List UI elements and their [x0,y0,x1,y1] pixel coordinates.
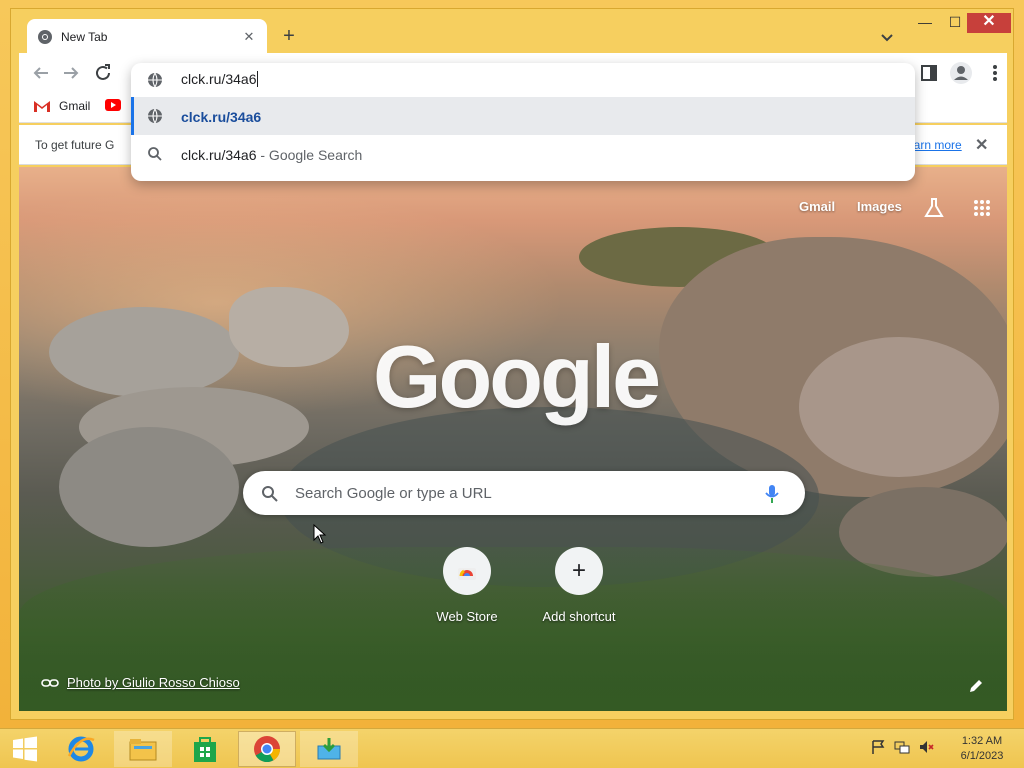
customize-pencil-icon[interactable] [967,677,985,695]
suggestion-subtitle: - Google Search [256,147,363,163]
suggestion-query: clck.ru/34a6 [181,147,257,163]
tab-title: New Tab [61,30,108,44]
chrome-favicon-icon [38,30,52,44]
window-minimize-button[interactable]: — [911,13,939,33]
taskbar-clock[interactable]: 1:32 AM 6/1/2023 [950,734,1014,764]
search-icon [148,147,162,161]
shortcut-web-store[interactable]: Web Store [419,547,515,637]
youtube-icon [105,99,121,111]
photo-credit-text: Photo by Giulio Rosso Chioso [67,675,240,690]
gmail-icon [34,101,50,112]
shortcut-web-store-label: Web Store [436,609,498,624]
bookmark-gmail-label: Gmail [59,99,91,113]
taskbar-chrome[interactable] [238,731,296,767]
new-tab-button[interactable]: + [277,25,301,49]
new-tab-page: Gmail Images Google Search Google or typ… [19,167,1007,711]
suggestion-text: clck.ru/34a6 [181,109,262,125]
reload-icon[interactable] [91,61,115,85]
webstore-icon [443,547,491,595]
microphone-icon[interactable] [763,483,781,505]
back-arrow-icon[interactable] [29,61,53,85]
search-placeholder: Search Google or type a URL [295,485,492,502]
system-tray [870,739,934,759]
bookmark-youtube[interactable] [105,99,121,111]
ntp-search-box[interactable]: Search Google or type a URL [243,471,805,515]
window-close-button[interactable]: ✕ [967,13,1011,33]
google-logo: Google [373,327,661,426]
background-scenery [229,287,349,367]
omnibox-input[interactable]: clck.ru/34a6 [181,71,259,87]
background-scenery [59,427,239,547]
taskbar-file-explorer[interactable] [114,731,172,767]
plus-icon: + [555,547,603,595]
omnibox-input-row[interactable]: clck.ru/34a6 [131,63,915,97]
ntp-images-link[interactable]: Images [857,199,902,214]
tab-new-tab[interactable]: New Tab ✕ [27,19,267,55]
windows-start-icon [13,736,37,762]
taskbar-store[interactable] [176,731,234,767]
omnibox-suggestion-search[interactable]: clck.ru/34a6 - Google Search [131,135,915,173]
action-center-flag-icon[interactable] [870,739,886,755]
link-icon [41,678,59,687]
shortcut-add[interactable]: + Add shortcut [531,547,627,637]
info-bar-close-icon[interactable]: ✕ [975,135,988,155]
volume-muted-icon[interactable] [918,739,934,755]
network-icon[interactable] [894,739,910,755]
kebab-menu-icon[interactable] [983,61,1007,85]
info-bar-learn-more-link[interactable]: earn more [907,138,962,152]
taskbar: 1:32 AM 6/1/2023 [0,728,1024,768]
internet-explorer-icon [67,736,95,762]
info-bar-message: To get future G [35,138,115,152]
mouse-cursor-icon [313,524,327,544]
taskbar-downloader[interactable] [300,731,358,767]
side-panel-icon[interactable] [917,61,941,85]
tab-search-chevron-down-icon[interactable] [875,25,899,49]
clock-date: 6/1/2023 [960,750,1004,762]
omnibox-input-text: clck.ru/34a6 [181,71,257,87]
shortcut-add-label: Add shortcut [542,609,616,624]
downloader-icon [317,738,341,760]
tab-strip: New Tab ✕ + — ☐ ✕ [11,9,1013,55]
labs-flask-icon[interactable] [923,197,945,219]
bookmark-gmail[interactable]: Gmail [33,99,90,113]
search-icon [262,486,278,502]
background-scenery [49,307,239,397]
browser-window: New Tab ✕ + — ☐ ✕ Gmail To get future G … [10,8,1014,720]
apps-grid-icon[interactable] [973,199,991,217]
text-caret [257,71,259,87]
suggestion-text: clck.ru/34a6 - Google Search [181,147,362,163]
background-scenery [799,337,999,477]
profile-avatar-icon[interactable] [949,61,973,85]
forward-arrow-icon[interactable] [59,61,83,85]
globe-icon [148,108,162,124]
store-icon [194,737,216,762]
omnibox-dropdown: clck.ru/34a6 clck.ru/34a6 clck.ru/34a6 -… [131,63,915,181]
selection-indicator [131,97,134,135]
omnibox-suggestion-url[interactable]: clck.ru/34a6 [131,97,915,135]
clock-time: 1:32 AM [961,735,1003,747]
taskbar-internet-explorer[interactable] [52,731,110,767]
photo-credit-link[interactable]: Photo by Giulio Rosso Chioso [41,675,240,690]
start-button[interactable] [0,731,50,767]
ntp-gmail-link[interactable]: Gmail [799,199,835,214]
chrome-icon [254,736,281,763]
globe-icon [148,72,162,88]
file-explorer-icon [129,739,157,761]
tab-close-icon[interactable]: ✕ [241,29,257,45]
window-maximize-button[interactable]: ☐ [941,13,969,33]
